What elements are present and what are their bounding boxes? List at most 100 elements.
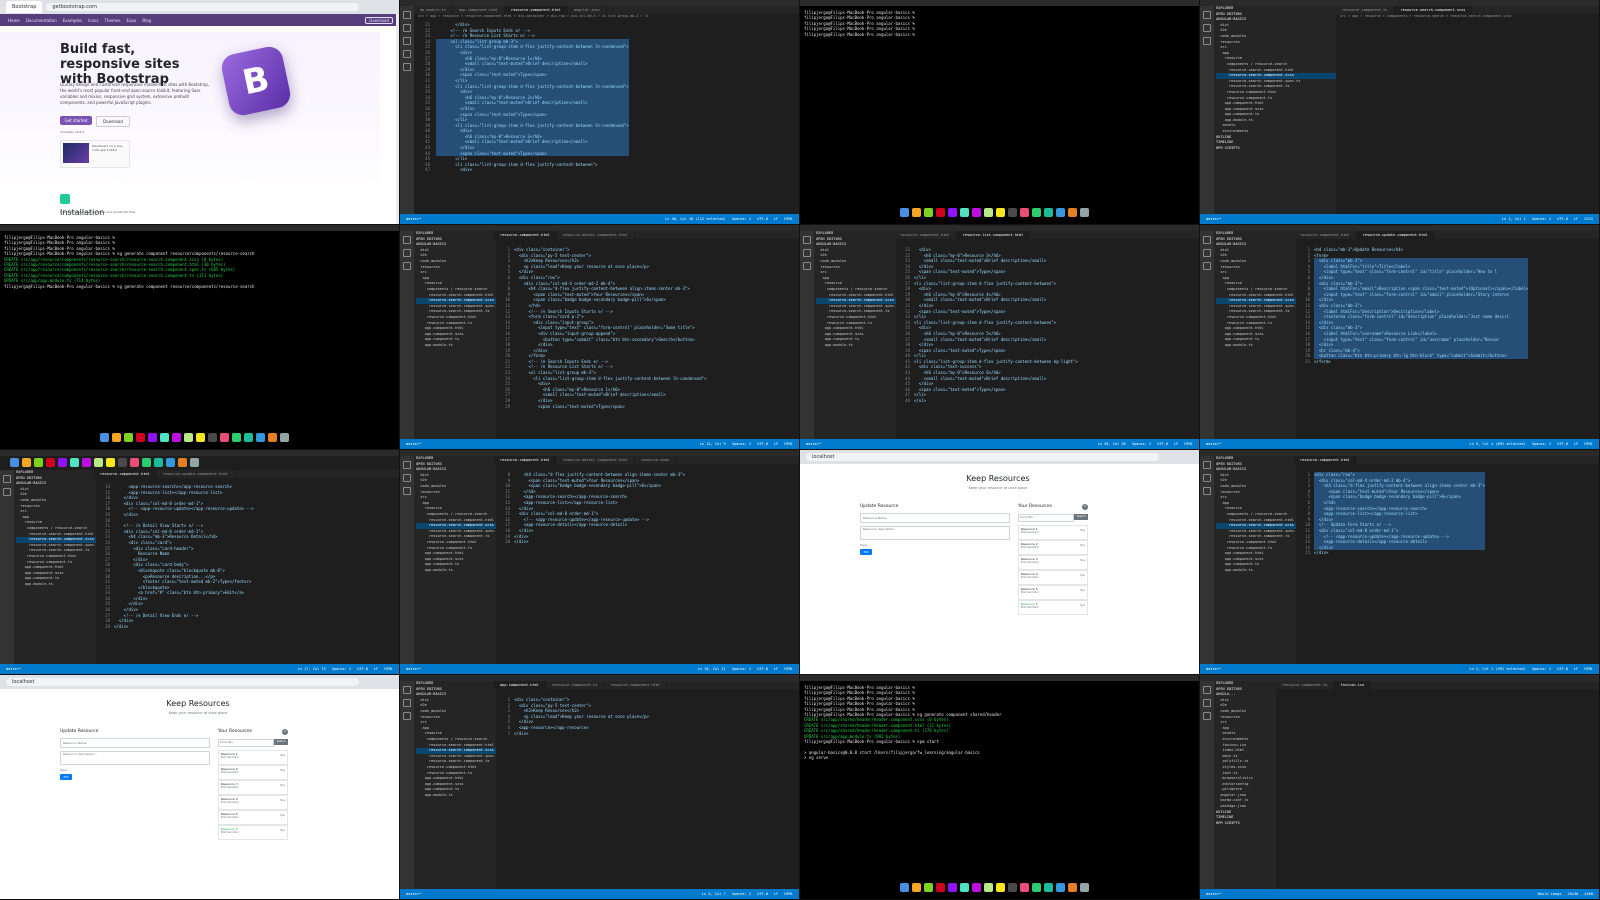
files-icon[interactable] bbox=[403, 236, 411, 244]
encoding[interactable]: UTF-8 bbox=[1557, 217, 1568, 221]
code-editor[interactable]: <app-resource-search></app-resource-sear… bbox=[114, 484, 254, 629]
dock-app-icon[interactable] bbox=[948, 207, 957, 217]
explorer-item[interactable]: components / resource-search bbox=[1216, 287, 1296, 293]
dock-app-icon[interactable] bbox=[924, 207, 933, 217]
code-line[interactable]: <input type="text" class="form-control" … bbox=[1314, 291, 1529, 298]
dock-app-icon[interactable] bbox=[172, 432, 181, 442]
explorer-item[interactable]: components / resource-search bbox=[416, 512, 496, 518]
encoding[interactable]: UTF-8 bbox=[757, 667, 768, 671]
explorer-item[interactable]: app.module.ts bbox=[416, 568, 496, 574]
editor-tab[interactable]: resource-update.component.html bbox=[157, 470, 235, 478]
nav-item[interactable]: Examples bbox=[63, 18, 82, 23]
dock-app-icon[interactable] bbox=[996, 882, 1005, 892]
explorer-panel[interactable]: EXPLORER OPEN EDITORS ANGULAR-BASICS dist … bbox=[1214, 6, 1336, 214]
dock-app-icon[interactable] bbox=[984, 207, 993, 217]
dock-app-icon[interactable] bbox=[46, 457, 55, 467]
git-branch[interactable]: master* bbox=[406, 217, 421, 221]
language-mode[interactable]: HTML bbox=[784, 667, 793, 671]
dock-app-icon[interactable] bbox=[130, 457, 139, 467]
search-icon[interactable] bbox=[403, 699, 411, 707]
explorer-panel[interactable]: EXPLORER OPEN EDITORS ANGULAR-BASICS dist … bbox=[414, 231, 496, 439]
explorer-item[interactable]: resource-search.component.scss bbox=[1216, 523, 1296, 529]
dock-app-icon[interactable] bbox=[82, 457, 91, 467]
dock-app-icon[interactable] bbox=[34, 457, 43, 467]
dock-app-icon[interactable] bbox=[148, 432, 157, 442]
line-ending[interactable]: LF bbox=[374, 667, 378, 671]
dock-app-icon[interactable] bbox=[58, 457, 67, 467]
code-line[interactable]: <li class="list-group-item d-flex justif… bbox=[914, 320, 1078, 326]
explorer-item[interactable]: components / resource-search bbox=[1216, 512, 1296, 518]
explorer-item[interactable]: resource-search.component.scss bbox=[416, 523, 496, 529]
encoding[interactable]: UTF-8 bbox=[357, 667, 368, 671]
encoding[interactable]: UTF-8 bbox=[1557, 442, 1568, 446]
files-icon[interactable] bbox=[403, 461, 411, 469]
language-mode[interactable]: HTML bbox=[784, 892, 793, 896]
edit-button[interactable]: Edit bbox=[860, 549, 872, 555]
indentation[interactable]: Spaces: 2 bbox=[1132, 442, 1151, 446]
address-bar[interactable]: localhost bbox=[806, 453, 1159, 461]
explorer-item[interactable]: app.module.ts bbox=[416, 793, 496, 799]
terminal-output[interactable]: filipjerga@Filips-MacBook-Pro angular-ba… bbox=[804, 10, 1195, 37]
editor-tab[interactable]: resource-upda bbox=[635, 456, 676, 464]
nav-item[interactable]: Documentation bbox=[26, 18, 57, 23]
dock-app-icon[interactable] bbox=[100, 432, 109, 442]
editor-tab[interactable]: resource-detail.component.html bbox=[557, 231, 635, 239]
dock-app-icon[interactable] bbox=[184, 432, 193, 442]
nav-item[interactable]: Blog bbox=[142, 18, 151, 23]
explorer-item[interactable]: NPM SCRIPTS bbox=[1216, 821, 1276, 827]
language-mode[interactable]: HTML bbox=[1184, 442, 1193, 446]
search-button[interactable]: Search bbox=[274, 739, 288, 745]
browser-tab[interactable]: Bootstrap bbox=[6, 1, 43, 13]
language-mode[interactable]: HTML bbox=[784, 442, 793, 446]
explorer-item[interactable]: components / resource-search bbox=[416, 287, 496, 293]
code-line[interactable]: </div> bbox=[1314, 550, 1485, 556]
explorer-item[interactable]: components / resource-search bbox=[416, 737, 496, 743]
language-mode[interactable]: HTML bbox=[1584, 667, 1593, 671]
terminal-output[interactable]: filipjerga@Filips-MacBook-Pro angular-ba… bbox=[804, 685, 1195, 761]
dock-app-icon[interactable] bbox=[1068, 882, 1077, 892]
editor-tab-active[interactable]: resource-list.component.html bbox=[956, 231, 1031, 239]
explorer-panel[interactable]: EXPLORER OPEN EDITORS ANGULAR-BASICS dist … bbox=[14, 470, 96, 664]
dock-app-icon[interactable] bbox=[936, 207, 945, 217]
line-ending[interactable]: LF bbox=[774, 892, 778, 896]
extensions-icon[interactable] bbox=[403, 63, 411, 71]
line-ending[interactable]: LF bbox=[774, 442, 778, 446]
editor-tab[interactable]: ap-module.ts bbox=[414, 6, 453, 14]
dock-app-icon[interactable] bbox=[912, 207, 921, 217]
line-ending[interactable]: LF bbox=[774, 217, 778, 221]
code-editor[interactable]: <div class="row"> <div class="col-md-4 o… bbox=[1314, 472, 1485, 556]
line-ending[interactable]: LF bbox=[774, 667, 778, 671]
cursor-position[interactable]: Ln 30, Col 28 bbox=[1098, 442, 1126, 446]
search-input[interactable]: Some title bbox=[218, 739, 274, 747]
code-line[interactable]: </div> bbox=[514, 539, 685, 545]
explorer-item[interactable]: resource-search.component.scss bbox=[16, 537, 96, 543]
cursor-position[interactable]: Ln 17, Col 13 bbox=[298, 667, 326, 671]
git-branch[interactable]: master* bbox=[406, 667, 421, 671]
address-bar[interactable]: getbootstrap.com bbox=[46, 3, 359, 11]
editor-tab-active[interactable]: resource.component.html bbox=[94, 470, 157, 478]
git-icon[interactable] bbox=[1203, 487, 1211, 495]
explorer-panel[interactable]: EXPLORER OPEN EDITORS ANGULA... dist e2e n… bbox=[1214, 681, 1276, 889]
resource-list-item[interactable]: Resource 5 Brief description Type bbox=[1018, 585, 1088, 600]
git-branch[interactable]: master* bbox=[406, 892, 421, 896]
dock-app-icon[interactable] bbox=[112, 432, 121, 442]
search-icon[interactable] bbox=[1203, 474, 1211, 482]
dock-app-icon[interactable] bbox=[912, 882, 921, 892]
dock-app-icon[interactable] bbox=[1044, 207, 1053, 217]
editor-tab[interactable]: app.component.html bbox=[453, 6, 505, 14]
code-line[interactable]: <input type="text" class="form-control" … bbox=[1314, 269, 1529, 275]
dock-app-icon[interactable] bbox=[972, 882, 981, 892]
dock-app-icon[interactable] bbox=[1068, 207, 1077, 217]
code-line[interactable]: </form> bbox=[1314, 359, 1528, 365]
search-icon[interactable] bbox=[3, 488, 11, 496]
line-ending[interactable]: LF bbox=[1574, 442, 1578, 446]
code-line[interactable]: </div> bbox=[514, 731, 649, 737]
editor-tab-active[interactable]: resource.component.html bbox=[494, 456, 557, 464]
editor-tab-active[interactable]: resource.component.html bbox=[504, 6, 568, 14]
indentation[interactable]: Spaces: 2 bbox=[332, 667, 351, 671]
dock-app-icon[interactable] bbox=[996, 207, 1005, 217]
language-mode[interactable]: HTML bbox=[384, 667, 393, 671]
code-line[interactable]: <button class="btn btn-primary btn-lg bt… bbox=[1314, 353, 1529, 359]
dock-app-icon[interactable] bbox=[280, 432, 289, 442]
resource-list-item[interactable]: Resource 2 Brief description Type bbox=[218, 765, 288, 780]
